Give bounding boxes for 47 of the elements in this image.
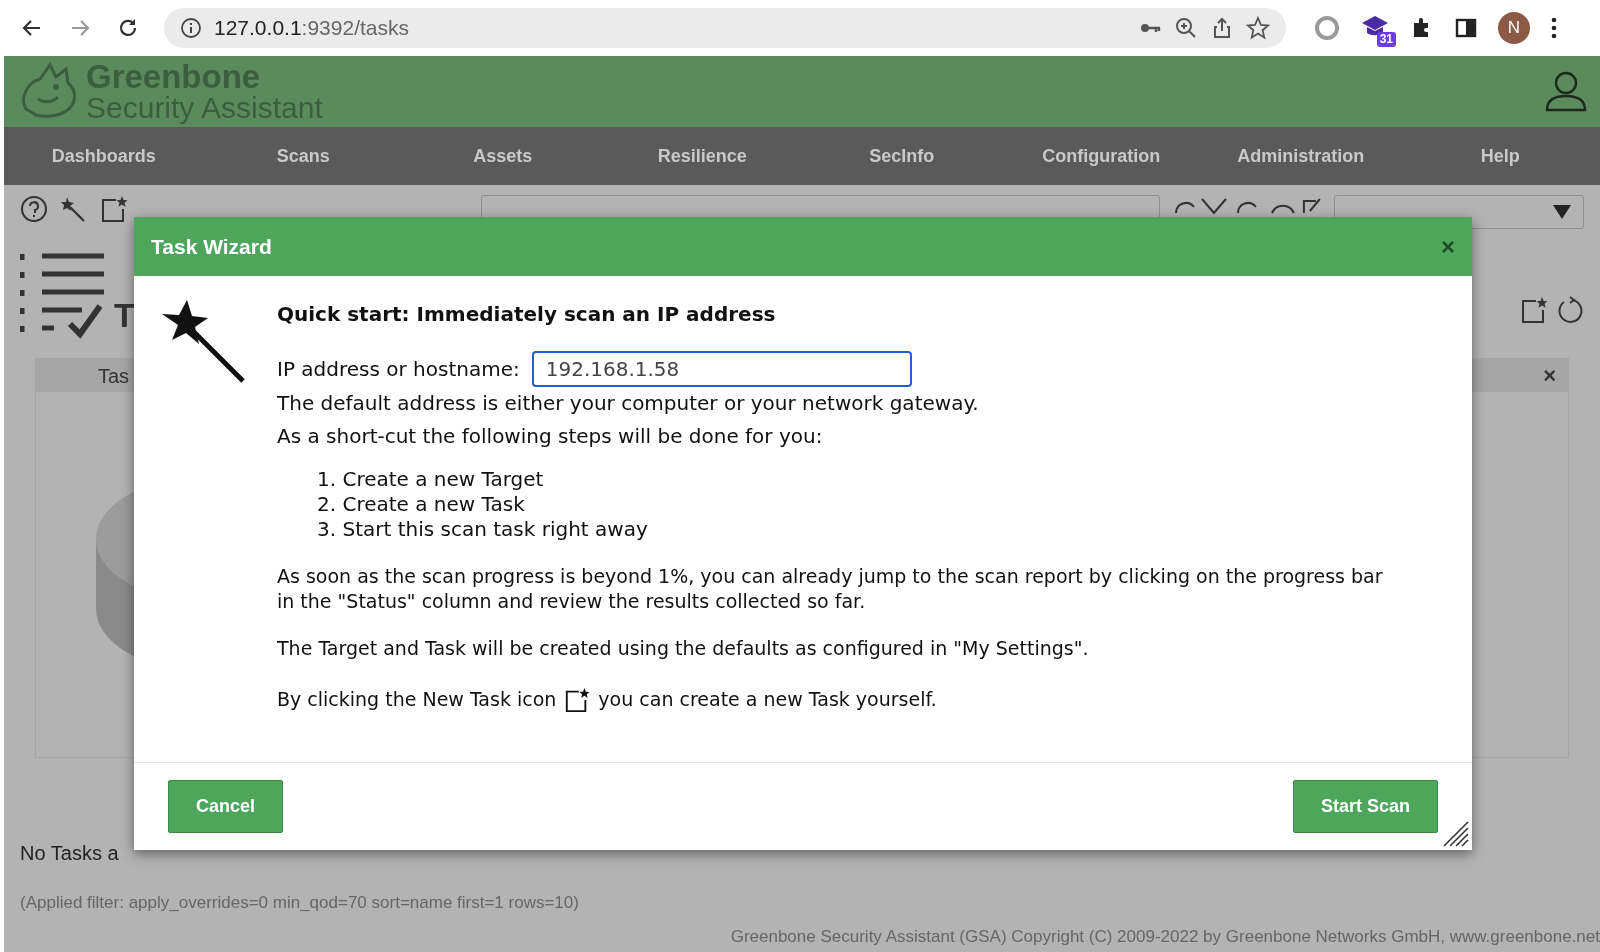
nav-item[interactable]: Assets xyxy=(473,142,533,170)
empty-message: No Tasks a xyxy=(20,842,119,864)
zoom-icon[interactable] xyxy=(1174,16,1198,40)
note-text: The Target and Task will be created using the defaults as configured in "My Settings". xyxy=(277,636,1090,661)
close-button[interactable]: × xyxy=(1441,228,1455,265)
new-task-icon[interactable] xyxy=(1520,296,1548,324)
nav-item[interactable]: SecInfo xyxy=(869,142,935,170)
refresh-icon[interactable] xyxy=(1556,296,1584,324)
nav-item[interactable]: Configuration xyxy=(1042,142,1161,170)
wizard-heading: Quick start: Immediately scan an IP address xyxy=(277,301,777,328)
step-item: 3. Start this scan task right away xyxy=(317,517,649,542)
footer-text: Greenbone Security Assistant (GSA) Copyright (C) 2009-2022 by Greenbone Networks GmbH, www.greenbone.net xyxy=(730,925,1600,948)
nav-item[interactable]: Administration xyxy=(1237,142,1365,170)
page-title: T xyxy=(114,298,135,332)
hint-text: By clicking the New Task icon xyxy=(277,687,557,712)
cancel-button[interactable]: Cancel xyxy=(168,780,284,833)
intro-text: The default address is either your computer or your network gateway. xyxy=(277,390,980,417)
ip-address-field[interactable]: 192.168.1.58 xyxy=(531,351,912,387)
start-scan-button[interactable]: Start Scan xyxy=(1292,780,1438,833)
panel-title: Tas xyxy=(98,363,130,389)
field-label: IP address or hostname: xyxy=(277,355,520,383)
address-bar[interactable]: 127.0.0.1:9392/tasks xyxy=(164,8,1286,48)
step-item: 2. Create a new Task xyxy=(317,492,526,517)
new-task-icon[interactable] xyxy=(99,195,128,223)
close-button[interactable]: × xyxy=(1543,359,1556,392)
circle-extension-icon[interactable] xyxy=(1314,15,1340,41)
info-icon xyxy=(180,17,202,39)
applied-filter-text: (Applied filter: apply_overrides=0 min_qod=70 sort=name first=1 rows=10) xyxy=(20,893,579,912)
dropdown-arrow-icon xyxy=(1553,205,1571,219)
hint-text: you can create a new Task yourself. xyxy=(598,687,937,712)
user-icon[interactable] xyxy=(1544,69,1588,114)
new-task-icon xyxy=(564,686,591,713)
nav-item[interactable]: Help xyxy=(1480,142,1520,170)
avatar[interactable]: N xyxy=(1498,12,1530,44)
url-text: 127.0.0.1:9392/tasks xyxy=(214,15,409,42)
nav-item[interactable]: Dashboards xyxy=(51,142,156,170)
nav-item[interactable]: Scans xyxy=(276,142,330,170)
notification-badge: 31 xyxy=(1376,32,1396,47)
nav-item[interactable]: Resilience xyxy=(657,142,747,170)
note-text: As soon as the scan progress is beyond 1%, you can already jump to the scan report by clicking on the progress bar in the "Status" column and review the results collected so far. xyxy=(277,564,1384,614)
dialog-title: Task Wizard xyxy=(151,233,272,260)
step-item: 1. Create a new Target xyxy=(317,467,545,492)
menu-icon[interactable] xyxy=(1550,16,1558,40)
help-icon[interactable] xyxy=(20,195,48,223)
sidebar-icon[interactable] xyxy=(1454,16,1478,40)
star-icon[interactable] xyxy=(1246,16,1270,40)
intro-text: As a short-cut the following steps will be done for you: xyxy=(277,423,824,450)
